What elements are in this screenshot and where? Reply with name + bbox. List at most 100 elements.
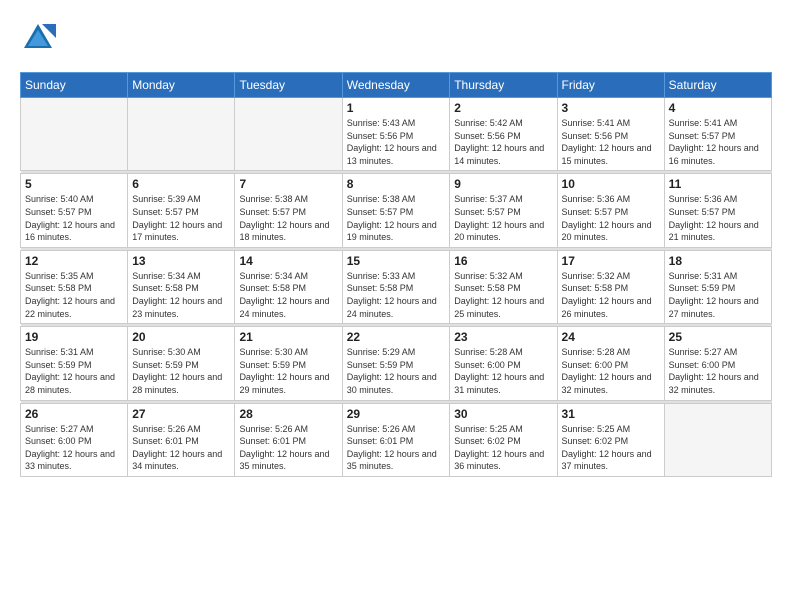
calendar-cell: 6 Sunrise: 5:39 AM Sunset: 5:57 PM Daylig… — [128, 174, 235, 247]
weekday-header-sunday: Sunday — [21, 73, 128, 98]
weekday-header-thursday: Thursday — [450, 73, 557, 98]
day-number: 21 — [239, 330, 337, 344]
day-info: Sunrise: 5:36 AM Sunset: 5:57 PM Dayligh… — [562, 193, 660, 243]
calendar-cell: 14 Sunrise: 5:34 AM Sunset: 5:58 PM Dayli… — [235, 250, 342, 323]
day-number: 8 — [347, 177, 446, 191]
day-info: Sunrise: 5:27 AM Sunset: 6:00 PM Dayligh… — [669, 346, 767, 396]
weekday-header-saturday: Saturday — [664, 73, 771, 98]
week-row-3: 12 Sunrise: 5:35 AM Sunset: 5:58 PM Dayli… — [21, 250, 772, 323]
day-info: Sunrise: 5:26 AM Sunset: 6:01 PM Dayligh… — [132, 423, 230, 473]
day-number: 23 — [454, 330, 552, 344]
day-number: 1 — [347, 101, 446, 115]
day-number: 14 — [239, 254, 337, 268]
day-number: 16 — [454, 254, 552, 268]
calendar-cell: 27 Sunrise: 5:26 AM Sunset: 6:01 PM Dayli… — [128, 403, 235, 476]
calendar-cell: 10Sunrise: 5:36 AM Sunset: 5:57 PM Dayli… — [557, 174, 664, 247]
calendar-cell: 9Sunrise: 5:37 AM Sunset: 5:57 PM Daylig… — [450, 174, 557, 247]
calendar-cell: 31Sunrise: 5:25 AM Sunset: 6:02 PM Dayli… — [557, 403, 664, 476]
calendar-cell: 25 Sunrise: 5:27 AM Sunset: 6:00 PM Dayli… — [664, 327, 771, 400]
day-info: Sunrise: 5:37 AM Sunset: 5:57 PM Dayligh… — [454, 193, 552, 243]
day-number: 24 — [562, 330, 660, 344]
day-info: Sunrise: 5:27 AM Sunset: 6:00 PM Dayligh… — [25, 423, 123, 473]
calendar-cell: 12 Sunrise: 5:35 AM Sunset: 5:58 PM Dayli… — [21, 250, 128, 323]
logo — [20, 20, 60, 56]
day-info: Sunrise: 5:30 AM Sunset: 5:59 PM Dayligh… — [239, 346, 337, 396]
day-info: Sunrise: 5:31 AM Sunset: 5:59 PM Dayligh… — [669, 270, 767, 320]
day-info: Sunrise: 5:39 AM Sunset: 5:57 PM Dayligh… — [132, 193, 230, 243]
logo-icon — [20, 20, 56, 56]
weekday-header-wednesday: Wednesday — [342, 73, 450, 98]
calendar-cell: 11 Sunrise: 5:36 AM Sunset: 5:57 PM Dayli… — [664, 174, 771, 247]
day-number: 5 — [25, 177, 123, 191]
calendar-cell — [21, 98, 128, 171]
week-row-2: 5Sunrise: 5:40 AM Sunset: 5:57 PM Daylig… — [21, 174, 772, 247]
day-info: Sunrise: 5:33 AM Sunset: 5:58 PM Dayligh… — [347, 270, 446, 320]
calendar-cell: 20 Sunrise: 5:30 AM Sunset: 5:59 PM Dayli… — [128, 327, 235, 400]
calendar-cell: 29 Sunrise: 5:26 AM Sunset: 6:01 PM Dayli… — [342, 403, 450, 476]
day-number: 30 — [454, 407, 552, 421]
calendar-cell: 21 Sunrise: 5:30 AM Sunset: 5:59 PM Dayli… — [235, 327, 342, 400]
day-number: 25 — [669, 330, 767, 344]
day-number: 2 — [454, 101, 552, 115]
calendar-cell: 8 Sunrise: 5:38 AM Sunset: 5:57 PM Daylig… — [342, 174, 450, 247]
day-info: Sunrise: 5:28 AM Sunset: 6:00 PM Dayligh… — [562, 346, 660, 396]
day-info: Sunrise: 5:32 AM Sunset: 5:58 PM Dayligh… — [562, 270, 660, 320]
day-number: 6 — [132, 177, 230, 191]
calendar-cell: 23 Sunrise: 5:28 AM Sunset: 6:00 PM Dayli… — [450, 327, 557, 400]
day-info: Sunrise: 5:34 AM Sunset: 5:58 PM Dayligh… — [132, 270, 230, 320]
day-number: 29 — [347, 407, 446, 421]
day-number: 13 — [132, 254, 230, 268]
week-row-4: 19Sunrise: 5:31 AM Sunset: 5:59 PM Dayli… — [21, 327, 772, 400]
day-number: 11 — [669, 177, 767, 191]
calendar-cell: 3Sunrise: 5:41 AM Sunset: 5:56 PM Daylig… — [557, 98, 664, 171]
day-number: 4 — [669, 101, 767, 115]
page-header — [20, 20, 772, 56]
calendar-cell: 30 Sunrise: 5:25 AM Sunset: 6:02 PM Dayli… — [450, 403, 557, 476]
day-number: 3 — [562, 101, 660, 115]
day-info: Sunrise: 5:25 AM Sunset: 6:02 PM Dayligh… — [562, 423, 660, 473]
day-info: Sunrise: 5:29 AM Sunset: 5:59 PM Dayligh… — [347, 346, 446, 396]
calendar-cell: 19Sunrise: 5:31 AM Sunset: 5:59 PM Dayli… — [21, 327, 128, 400]
calendar-cell — [235, 98, 342, 171]
day-number: 22 — [347, 330, 446, 344]
weekday-header-friday: Friday — [557, 73, 664, 98]
weekday-header-tuesday: Tuesday — [235, 73, 342, 98]
calendar-cell: 1Sunrise: 5:43 AM Sunset: 5:56 PM Daylig… — [342, 98, 450, 171]
day-number: 7 — [239, 177, 337, 191]
calendar-cell — [664, 403, 771, 476]
day-info: Sunrise: 5:34 AM Sunset: 5:58 PM Dayligh… — [239, 270, 337, 320]
day-info: Sunrise: 5:38 AM Sunset: 5:57 PM Dayligh… — [239, 193, 337, 243]
calendar-cell: 17 Sunrise: 5:32 AM Sunset: 5:58 PM Dayli… — [557, 250, 664, 323]
day-info: Sunrise: 5:30 AM Sunset: 5:59 PM Dayligh… — [132, 346, 230, 396]
calendar: SundayMondayTuesdayWednesdayThursdayFrid… — [20, 72, 772, 477]
day-info: Sunrise: 5:35 AM Sunset: 5:58 PM Dayligh… — [25, 270, 123, 320]
day-number: 12 — [25, 254, 123, 268]
day-info: Sunrise: 5:41 AM Sunset: 5:57 PM Dayligh… — [669, 117, 767, 167]
day-number: 18 — [669, 254, 767, 268]
weekday-header-monday: Monday — [128, 73, 235, 98]
calendar-cell: 24 Sunrise: 5:28 AM Sunset: 6:00 PM Dayli… — [557, 327, 664, 400]
calendar-cell: 18 Sunrise: 5:31 AM Sunset: 5:59 PM Dayli… — [664, 250, 771, 323]
calendar-cell: 28Sunrise: 5:26 AM Sunset: 6:01 PM Dayli… — [235, 403, 342, 476]
day-info: Sunrise: 5:26 AM Sunset: 6:01 PM Dayligh… — [347, 423, 446, 473]
day-info: Sunrise: 5:28 AM Sunset: 6:00 PM Dayligh… — [454, 346, 552, 396]
day-info: Sunrise: 5:42 AM Sunset: 5:56 PM Dayligh… — [454, 117, 552, 167]
calendar-cell: 4 Sunrise: 5:41 AM Sunset: 5:57 PM Daylig… — [664, 98, 771, 171]
day-number: 17 — [562, 254, 660, 268]
calendar-cell — [128, 98, 235, 171]
day-info: Sunrise: 5:32 AM Sunset: 5:58 PM Dayligh… — [454, 270, 552, 320]
calendar-cell: 5Sunrise: 5:40 AM Sunset: 5:57 PM Daylig… — [21, 174, 128, 247]
day-info: Sunrise: 5:38 AM Sunset: 5:57 PM Dayligh… — [347, 193, 446, 243]
day-info: Sunrise: 5:31 AM Sunset: 5:59 PM Dayligh… — [25, 346, 123, 396]
day-info: Sunrise: 5:36 AM Sunset: 5:57 PM Dayligh… — [669, 193, 767, 243]
calendar-cell: 22 Sunrise: 5:29 AM Sunset: 5:59 PM Dayli… — [342, 327, 450, 400]
day-number: 20 — [132, 330, 230, 344]
calendar-cell: 16 Sunrise: 5:32 AM Sunset: 5:58 PM Dayli… — [450, 250, 557, 323]
week-row-5: 26Sunrise: 5:27 AM Sunset: 6:00 PM Dayli… — [21, 403, 772, 476]
week-row-1: 1Sunrise: 5:43 AM Sunset: 5:56 PM Daylig… — [21, 98, 772, 171]
calendar-cell: 26Sunrise: 5:27 AM Sunset: 6:00 PM Dayli… — [21, 403, 128, 476]
day-number: 15 — [347, 254, 446, 268]
calendar-cell: 15 Sunrise: 5:33 AM Sunset: 5:58 PM Dayli… — [342, 250, 450, 323]
day-info: Sunrise: 5:25 AM Sunset: 6:02 PM Dayligh… — [454, 423, 552, 473]
day-number: 27 — [132, 407, 230, 421]
